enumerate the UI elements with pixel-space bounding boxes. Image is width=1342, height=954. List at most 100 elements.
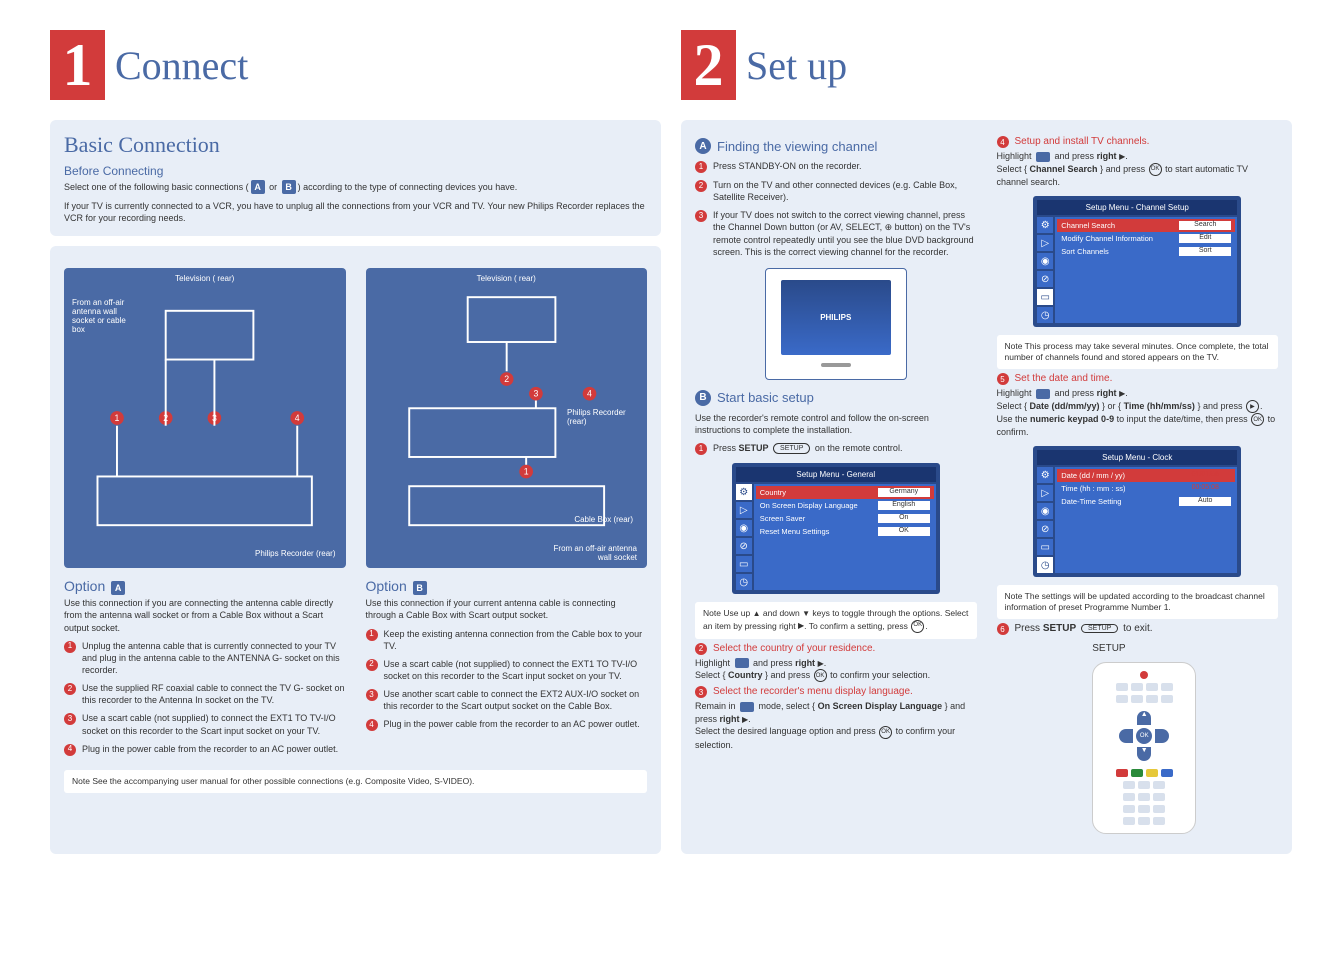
menu-icon-strip: ⚙ ▷ ◉ ⊘ ▭ ◷ — [1037, 467, 1053, 573]
step6: 6 Press SETUP SETUP to exit. — [997, 623, 1279, 635]
dpad-left-icon — [1119, 729, 1133, 743]
step-bullet: 1 — [695, 161, 707, 173]
setup-button-icon: SETUP — [1081, 624, 1118, 633]
heading-basic-connection: Basic Connection — [64, 132, 647, 158]
clock-icon: ◷ — [1037, 307, 1053, 323]
step-bullet: 1 — [64, 641, 76, 653]
menu-clock: Setup Menu - Clock ⚙ ▷ ◉ ⊘ ▭ ◷ — [1033, 446, 1241, 577]
clock-highlight-icon — [1036, 389, 1050, 399]
step4-body: Highlight and press right . Select { Cha… — [997, 150, 1279, 188]
block-icon: ⊘ — [1037, 521, 1053, 537]
step4-title: 4Setup and install TV channels. — [997, 136, 1279, 148]
section-a-step-2: Turn on the TV and other connected devic… — [713, 179, 977, 203]
option-a-step-2: Use the supplied RF coaxial cable to con… — [82, 682, 346, 706]
ok-button-icon: OK — [879, 726, 892, 739]
step2-body: Highlight and press right . Select { Cou… — [695, 657, 977, 683]
step3-title: 3Select the recorder's menu display lang… — [695, 686, 977, 698]
menu-general-title: Setup Menu - General — [736, 467, 936, 482]
svg-text:3: 3 — [533, 389, 538, 399]
section-b-intro: Use the recorder's remote control and fo… — [695, 412, 977, 436]
sheet-connect: 1 Connect Basic Connection Before Connec… — [50, 30, 661, 864]
tv-illustration: PHILIPS — [765, 268, 907, 380]
step-bullet: 3 — [695, 210, 707, 222]
section-b-header: B Start basic setup — [695, 390, 977, 406]
dpad-up-icon: ▲ — [1137, 711, 1151, 725]
header-connect: 1 Connect — [50, 30, 661, 100]
clock-icon: ◷ — [736, 574, 752, 590]
setup-callout-label: SETUP — [1092, 643, 1182, 654]
down-arrow-icon — [802, 608, 810, 618]
diagram-b-cable-label: Cable Box (rear) — [574, 515, 633, 524]
step6-text: Press SETUP SETUP to exit. — [1015, 623, 1153, 635]
option-a-step-4: Plug in the power cable from the recorde… — [82, 743, 338, 756]
option-a-step-1: Unplug the antenna cable that is current… — [82, 640, 346, 676]
step5-body: Highlight and press right . Select { Dat… — [997, 387, 1279, 438]
section-letter-b: B — [695, 390, 711, 406]
diagram-b-source-label: From an off-air antenna wall socket — [547, 544, 637, 562]
gear-highlight-icon — [740, 702, 754, 712]
svg-text:4: 4 — [295, 413, 300, 423]
option-a-step-3: Use a scart cable (not supplied) to conn… — [82, 712, 346, 736]
svg-text:1: 1 — [523, 467, 528, 477]
step-title-setup: Set up — [746, 42, 847, 89]
section-a-title: Finding the viewing channel — [717, 139, 877, 154]
step-bullet: 2 — [695, 180, 707, 192]
gear-icon: ⚙ — [1037, 217, 1053, 233]
step-title-connect: Connect — [115, 42, 248, 89]
section-letter-a: A — [695, 138, 711, 154]
setup-button-icon: SETUP — [773, 443, 810, 454]
right-arrow-icon — [1119, 151, 1125, 161]
column-option-a: Television ( rear) From an off-air anten… — [64, 258, 346, 761]
remote-illustration: SETUP ▲ ▼ OK — [1092, 643, 1182, 834]
ok-button-icon: OK — [1251, 413, 1264, 426]
section-b-title: Start basic setup — [717, 390, 814, 405]
ok-button-icon: OK — [911, 620, 924, 633]
badge-option-a: A — [111, 581, 125, 595]
diagram-b-recorder-label: Philips Recorder (rear) — [567, 408, 637, 426]
section-a-step-1: Press STANDBY-ON on the recorder. — [713, 160, 862, 173]
gear-icon: ⚙ — [1037, 467, 1053, 483]
menu-general-rows: CountryGermany On Screen Display Languag… — [754, 484, 936, 590]
diagram-option-b: Television ( rear) Philips Recorder (rea… — [366, 268, 648, 568]
diagram-a-source-label: From an off-air antenna wall socket or c… — [72, 298, 132, 334]
disc-icon: ◉ — [1037, 503, 1053, 519]
setup-right-column: 4Setup and install TV channels. Highligh… — [997, 132, 1279, 842]
step-bullet: 3 — [64, 713, 76, 725]
svg-text:1: 1 — [115, 413, 120, 423]
panel-connection-options: Television ( rear) From an off-air anten… — [50, 246, 661, 854]
note-clock: Note The settings will be updated accord… — [997, 585, 1279, 619]
option-b-intro: Use this connection if your current ante… — [366, 597, 648, 621]
section-a-header: A Finding the viewing channel — [695, 138, 977, 154]
svg-text:2: 2 — [504, 374, 509, 384]
tv-icon: ▭ — [1037, 539, 1053, 555]
diagram-option-a: Television ( rear) From an off-air anten… — [64, 268, 346, 568]
menu-channel-setup: Setup Menu - Channel Setup ⚙ ▷ ◉ ⊘ ▭ ◷ — [1033, 196, 1241, 327]
option-b-step-1: Keep the existing antenna connection fro… — [384, 628, 648, 652]
dpad-icon: ▲ ▼ OK — [1119, 711, 1169, 761]
footer-note: Note See the accompanying user manual fo… — [64, 770, 647, 793]
step1-text: Press SETUP SETUP on the remote control. — [713, 442, 902, 455]
right-arrow-icon — [818, 658, 824, 668]
option-b-step-3: Use another scart cable to connect the E… — [384, 688, 648, 712]
menu-channel-rows: Channel SearchSearch Modify Channel Info… — [1055, 217, 1237, 323]
menu-icon-strip: ⚙ ▷ ◉ ⊘ ▭ ◷ — [736, 484, 752, 590]
column-option-b: Television ( rear) Philips Recorder (rea… — [366, 258, 648, 761]
dpad-down-icon: ▼ — [1137, 747, 1151, 761]
step3-body: Remain in mode, select { On Screen Displ… — [695, 700, 977, 750]
menu-icon-strip: ⚙ ▷ ◉ ⊘ ▭ ◷ — [1037, 217, 1053, 323]
option-a-steps: 1 Unplug the antenna cable that is curren… — [64, 640, 346, 756]
step-number-1: 1 — [50, 30, 105, 100]
menu-general: Setup Menu - General ⚙ ▷ ◉ ⊘ ▭ ◷ — [732, 463, 940, 594]
step-bullet: 1 — [366, 629, 378, 641]
note-navigation: Note Use up and down keys to toggle thro… — [695, 602, 977, 638]
gear-highlight-icon — [735, 658, 749, 668]
wiring-illustration-a-icon: 1 2 3 4 — [78, 298, 331, 538]
manual-spread: 1 Connect Basic Connection Before Connec… — [50, 30, 1292, 864]
step-number-2: 2 — [681, 30, 736, 100]
dpad-ok-icon: OK — [1136, 728, 1152, 744]
right-arrow-icon — [742, 714, 748, 724]
option-a-title: Option A — [64, 578, 346, 595]
gear-icon: ⚙ — [736, 484, 752, 500]
disc-icon: ◉ — [736, 520, 752, 536]
badge-option-b: B — [413, 581, 427, 595]
